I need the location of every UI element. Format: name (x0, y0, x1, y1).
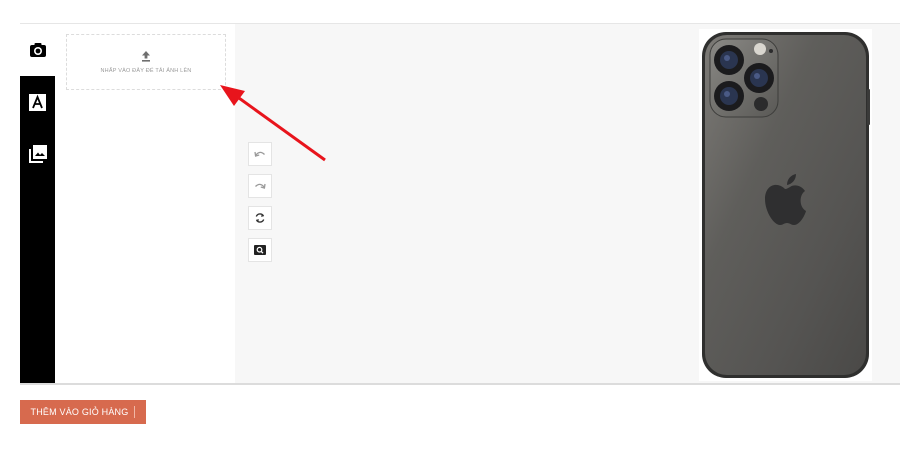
camera-icon (29, 43, 46, 57)
tab-gallery[interactable] (20, 128, 55, 180)
phone-back-image (702, 32, 870, 378)
redo-button[interactable] (248, 174, 272, 198)
side-tab-bar (20, 24, 55, 383)
zoom-button[interactable] (248, 238, 272, 262)
product-image (699, 29, 872, 381)
add-to-cart-label: THÊM VÀO GIỎ HÀNG (30, 407, 129, 417)
reset-button[interactable] (248, 206, 272, 230)
upload-label: NHẤP VÀO ĐÂY ĐỂ TẢI ẢNH LÊN (100, 68, 192, 74)
tab-upload-photo[interactable] (20, 24, 55, 76)
product-designer: NHẤP VÀO ĐÂY ĐỂ TẢI ẢNH LÊN (20, 23, 900, 385)
tab-add-text[interactable] (20, 76, 55, 128)
button-divider (134, 406, 136, 418)
add-to-cart-button[interactable]: THÊM VÀO GIỎ HÀNG (20, 400, 146, 424)
undo-button[interactable] (248, 142, 272, 166)
text-icon (29, 93, 46, 111)
undo-icon (254, 151, 265, 157)
upload-dropzone[interactable]: NHẤP VÀO ĐÂY ĐỂ TẢI ẢNH LÊN (66, 34, 226, 90)
reset-icon (255, 213, 265, 223)
upload-icon (142, 51, 150, 62)
tool-panel: NHẤP VÀO ĐÂY ĐỂ TẢI ẢNH LÊN (55, 24, 235, 383)
zoom-icon (254, 245, 266, 255)
image-gallery-icon (28, 145, 47, 163)
redo-icon (255, 183, 266, 189)
design-canvas[interactable] (235, 24, 900, 383)
